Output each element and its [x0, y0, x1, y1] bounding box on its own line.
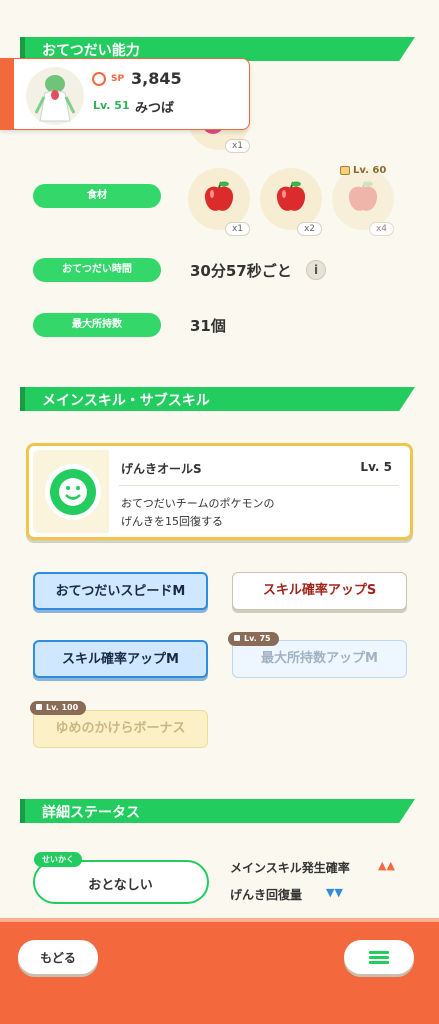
decrease-arrows-icon: ▼▼	[326, 886, 343, 899]
ingredient-slot-1[interactable]: x1	[188, 168, 250, 236]
berry-qty: x1	[224, 139, 250, 153]
apple-icon	[204, 181, 234, 211]
info-icon[interactable]: i	[306, 260, 326, 280]
sp-value: 3,845	[131, 69, 182, 88]
main-skill-card[interactable]: げんきオールS Lv. 5 おてつだいチームのポケモンの げんきを15回復する	[26, 443, 413, 540]
max-inventory-value: 31個	[190, 317, 226, 335]
nature-value: おとなしい	[88, 878, 153, 893]
help-time-label: おてつだい時間	[33, 258, 161, 282]
main-skill-name: げんきオールS	[121, 462, 202, 476]
ingredient-qty: x2	[296, 222, 322, 236]
sub-skill-skill-chance-s[interactable]: スキル確率アップS	[232, 572, 407, 610]
pokemon-name: みつば	[135, 101, 175, 116]
section-title: おてつだい能力	[42, 43, 140, 59]
menu-button[interactable]	[344, 940, 414, 974]
back-button-label: もどる	[40, 951, 76, 965]
ingredient-slot-3-locked[interactable]: x4	[332, 168, 394, 236]
increase-arrows-icon: ▲▲	[378, 859, 395, 872]
section-title: メインスキル・サブスキル	[42, 393, 210, 409]
nature-tag: せいかく	[34, 852, 82, 867]
ingredients-label: 食材	[33, 184, 161, 208]
section-title: 詳細ステータス	[42, 805, 140, 821]
ingredient-qty: x4	[368, 222, 394, 236]
pokemon-profile-card[interactable]: SP 3,845 Lv. 51 みつば	[0, 57, 250, 130]
lock-icon	[340, 166, 350, 175]
lock-icon	[234, 635, 240, 641]
sp-badge: SP	[111, 74, 125, 84]
sub-skill-lock-tag: Lv. 75	[228, 632, 279, 646]
skill-icon-frame	[39, 458, 107, 526]
pokemon-avatar	[26, 67, 84, 125]
nature-effect-label: げんき回復量	[230, 888, 303, 902]
pokemon-level: Lv. 51	[93, 99, 130, 112]
main-skill-description: おてつだいチームのポケモンの	[121, 497, 275, 510]
nature-effect-label: メインスキル発生確率	[230, 861, 350, 875]
ingredient-lock-level: Lv. 60	[353, 165, 387, 176]
ingredient-qty: x1	[224, 222, 250, 236]
lock-icon	[36, 704, 42, 710]
smiley-icon	[45, 464, 101, 520]
card-accent-strip	[0, 57, 14, 130]
back-button[interactable]: もどる	[18, 940, 98, 974]
sp-icon	[92, 72, 106, 86]
section-header-details: 詳細ステータス	[20, 799, 415, 823]
sub-skill-skill-chance-m[interactable]: スキル確率アップM	[33, 640, 208, 678]
bottom-navigation-bar: もどる	[0, 918, 439, 1024]
ingredient-slot-2[interactable]: x2	[260, 168, 322, 236]
hamburger-menu-icon	[369, 951, 389, 964]
main-skill-level: Lv. 5	[360, 460, 392, 474]
sub-skill-help-speed-m[interactable]: おてつだいスピードM	[33, 572, 208, 610]
section-header-skills: メインスキル・サブスキル	[20, 387, 415, 411]
apple-icon	[348, 181, 378, 211]
divider	[119, 485, 399, 486]
main-skill-description: げんきを15回復する	[121, 515, 223, 528]
sub-skill-dream-shard-bonus[interactable]: ゆめのかけらボーナス	[33, 710, 208, 748]
sub-skill-lock-tag: Lv. 100	[30, 701, 87, 715]
apple-icon	[276, 181, 306, 211]
max-inventory-label: 最大所持数	[33, 313, 161, 337]
help-time-value: 30分57秒ごと	[190, 262, 292, 280]
